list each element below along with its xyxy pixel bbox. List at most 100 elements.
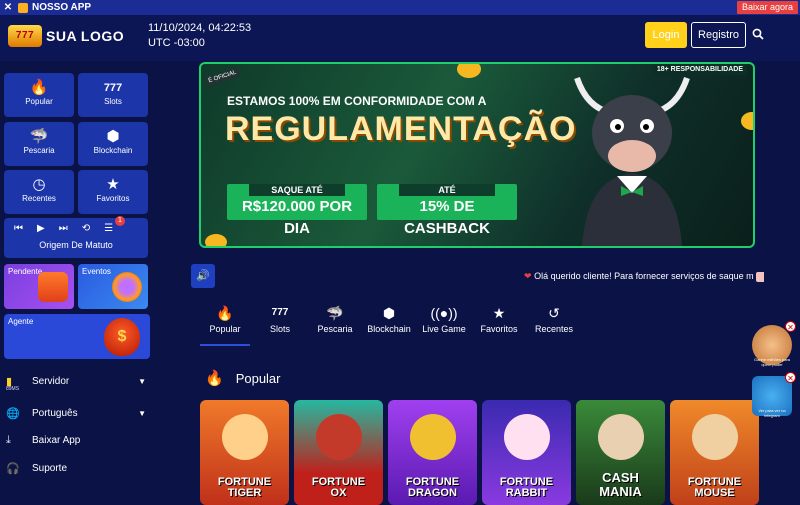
tab-blockchain[interactable]: ⬢ Blockchain <box>366 302 412 346</box>
menu-server[interactable]: ▮ 89MS Servidor ▼ <box>6 371 150 393</box>
close-icon[interactable]: ✕ <box>0 2 16 13</box>
withdraw-box: SAQUE ATÉ R$120.000 POR DIA <box>227 184 367 237</box>
telegram-float-button[interactable]: ✕ Ver para ver no telegram <box>752 372 796 418</box>
sidebar-tile-favoritos[interactable]: ★ Favoritos <box>78 170 148 214</box>
tiger-image <box>222 414 268 460</box>
tab-label: Pescaria <box>317 324 353 334</box>
game-card-fortune-ox[interactable]: FORTUNE OX <box>294 400 383 505</box>
game-card-fortune-mouse[interactable]: FORTUNE MOUSE <box>670 400 759 505</box>
announcement-marquee[interactable]: ❤ Olá querido cliente! Para fornecer ser… <box>524 271 764 282</box>
wheel-icon <box>112 272 142 302</box>
menu-support[interactable]: 🎧 Suporte <box>6 458 150 478</box>
globe-icon: 🌐 <box>6 407 20 420</box>
game-title-line2: RABBIT <box>505 487 548 499</box>
age-label: 18+ <box>656 66 669 73</box>
rabbit-image <box>504 414 550 460</box>
age-badge: 18+ RESPONSABILIDADE <box>652 64 747 75</box>
game-title: FORTUNE TIGER <box>200 477 289 499</box>
mail-icon[interactable] <box>756 271 764 282</box>
pending-card[interactable]: Pendente <box>4 264 74 309</box>
tab-label: Blockchain <box>367 324 411 334</box>
tile-label: Slots <box>104 97 122 106</box>
banner-line1: ESTAMOS 100% EM CONFORMIDADE COM A <box>227 94 487 108</box>
app-icon <box>18 2 28 13</box>
sidebar-tile-popular[interactable]: 🔥 Popular <box>4 73 74 117</box>
cash-mania-image <box>598 414 644 460</box>
menu-label: Servidor <box>32 375 70 387</box>
game-card-fortune-dragon[interactable]: FORTUNE DRAGON <box>388 400 477 505</box>
events-card[interactable]: Eventos <box>78 264 148 309</box>
song-title: Origem De Matuto <box>39 240 113 250</box>
sound-icon[interactable]: 🔊 <box>191 264 215 288</box>
close-icon[interactable]: ✕ <box>785 321 796 332</box>
agent-card[interactable]: Agente $ <box>4 314 150 359</box>
slots-777-icon: 777 <box>271 307 289 318</box>
partner-label: Ganhe milhões para quem puder <box>753 357 791 367</box>
tab-pescaria[interactable]: 🦈 Pescaria <box>312 302 358 346</box>
tab-label: Slots <box>269 324 290 334</box>
site-logo[interactable]: 777 SUA LOGO <box>8 25 124 47</box>
tile-label: Favoritos <box>96 194 130 203</box>
tile-label: Popular <box>25 97 53 106</box>
shark-icon: 🦈 <box>326 305 344 321</box>
tile-label: Blockchain <box>93 146 133 155</box>
coin-icon <box>457 64 481 78</box>
ox-image <box>316 414 362 460</box>
heart-icon: ❤ <box>524 271 532 281</box>
register-button[interactable]: Registro <box>691 22 746 48</box>
playlist-icon[interactable]: ☰ <box>104 223 113 234</box>
menu-label: Baixar App <box>32 434 81 446</box>
star-icon: ★ <box>492 305 506 321</box>
header: 777 SUA LOGO 11/10/2024, 04:22:53 UTC -0… <box>0 15 800 61</box>
play-icon[interactable]: ▶ <box>37 223 45 234</box>
server-latency: 89MS <box>6 386 20 392</box>
game-card-fortune-rabbit[interactable]: FORTUNE RABBIT <box>482 400 571 505</box>
sidebar-tile-slots[interactable]: 777 Slots <box>78 73 148 117</box>
game-card-fortune-tiger[interactable]: FORTUNE TIGER <box>200 400 289 505</box>
game-title: FORTUNE DRAGON <box>388 477 477 499</box>
sidebar-tile-pescaria[interactable]: 🦈 Pescaria <box>4 122 74 166</box>
headset-icon: 🎧 <box>6 462 20 475</box>
tab-label: Recentes <box>534 324 574 334</box>
close-icon[interactable]: ✕ <box>785 372 796 383</box>
tab-favoritos[interactable]: ★ Favoritos <box>478 302 520 346</box>
announcement-text: Olá querido cliente! Para fornecer servi… <box>534 271 754 281</box>
tab-popular[interactable]: 🔥 Popular <box>200 302 250 346</box>
blockchain-icon: ⬢ <box>106 128 120 145</box>
next-icon[interactable]: ⏭ <box>59 223 68 234</box>
cashback-head: ATÉ <box>399 184 495 196</box>
promo-banner[interactable]: É OFICIAL ESTAMOS 100% EM CONFORMIDADE C… <box>199 62 755 248</box>
repeat-icon[interactable]: ⟲ <box>82 223 90 234</box>
tile-label: Pescaria <box>23 146 55 155</box>
previous-icon[interactable]: ⏮ <box>14 223 23 234</box>
timezone: UTC -03:00 <box>148 37 205 49</box>
official-tag: É OFICIAL <box>204 66 241 88</box>
playlist-badge: 1 <box>115 216 125 226</box>
app-download-bar: ✕ NOSSO APP Baixar agora <box>0 0 800 15</box>
game-title: FORTUNE MOUSE <box>670 477 759 499</box>
search-icon[interactable] <box>752 28 764 40</box>
category-tabs: 🔥 Popular 777 Slots 🦈 Pescaria ⬢ Blockch… <box>200 302 600 346</box>
mouse-image <box>692 414 738 460</box>
menu-label: Português <box>32 407 78 419</box>
tab-recentes[interactable]: ↺ Recentes <box>532 302 576 346</box>
slots-777-icon: 777 <box>103 82 123 94</box>
tab-live-game[interactable]: ((●)) Live Game <box>420 302 468 346</box>
login-button[interactable]: Login <box>645 22 687 48</box>
download-now-button[interactable]: Baixar agora <box>736 1 798 14</box>
menu-language[interactable]: 🌐 Português ▼ <box>6 403 150 423</box>
tab-slots[interactable]: 777 Slots <box>258 302 302 346</box>
coin-icon <box>205 234 227 246</box>
game-title: FORTUNE OX <box>294 477 383 499</box>
partner-float-button[interactable]: ✕ Ganhe milhões para quem puder <box>752 321 796 367</box>
sidebar-tile-blockchain[interactable]: ⬢ Blockchain <box>78 122 148 166</box>
clock-icon: ◷ <box>32 176 46 193</box>
menu-label: Suporte <box>32 462 68 474</box>
chevron-down-icon: ▼ <box>138 376 146 386</box>
bull-mascot-image <box>574 76 690 246</box>
menu-download-app[interactable]: ⤓ Baixar App <box>6 430 150 450</box>
game-card-cash-mania[interactable]: CASH MANIA <box>576 400 665 505</box>
sidebar-tile-recentes[interactable]: ◷ Recentes <box>4 170 74 214</box>
shark-icon: 🦈 <box>29 128 49 145</box>
gift-icon <box>38 272 68 302</box>
